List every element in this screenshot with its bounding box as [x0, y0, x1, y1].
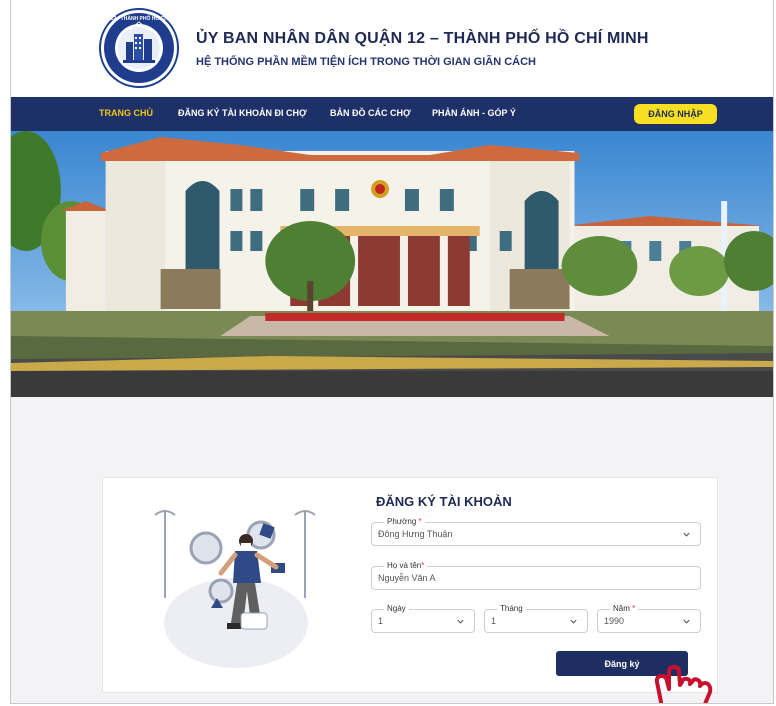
building-banner	[11, 131, 773, 397]
month-select[interactable]: Tháng 1	[484, 604, 588, 633]
day-select[interactable]: Ngày 1	[371, 604, 475, 633]
nav-item-register-market[interactable]: ĐĂNG KÝ TÀI KHOẢN ĐI CHỢ	[178, 108, 307, 118]
day-label: Ngày	[384, 604, 409, 613]
chevron-down-icon	[683, 532, 690, 537]
page-title: ỦY BAN NHÂN DÂN QUẬN 12 – THÀNH PHỐ HỒ C…	[196, 30, 649, 47]
logo-text: QUẬN 12 - THÀNH PHỐ HỒ CHÍ MINH	[99, 14, 179, 22]
page-subtitle: HỆ THỐNG PHẦN MỀM TIỆN ÍCH TRONG THỜI GI…	[196, 56, 536, 68]
browser-page: QUẬN 12 - THÀNH PHỐ HỒ CHÍ MINH ỦY BAN N…	[10, 0, 774, 704]
nav-item-home[interactable]: TRANG CHỦ	[99, 108, 153, 118]
fullname-value: Nguyễn Văn A	[378, 573, 436, 583]
ward-label: Phường *	[384, 517, 425, 526]
year-select[interactable]: Năm * 1990	[597, 604, 701, 633]
site-header: QUẬN 12 - THÀNH PHỐ HỒ CHÍ MINH ỦY BAN N…	[11, 0, 773, 97]
fullname-input[interactable]: Họ và tên* Nguyễn Văn A	[371, 561, 701, 590]
shopper-illustration	[154, 510, 316, 668]
fullname-label: Họ và tên*	[384, 561, 428, 570]
month-label: Tháng	[497, 604, 526, 613]
main-nav: TRANG CHỦ ĐĂNG KÝ TÀI KHOẢN ĐI CHỢ BẢN Đ…	[11, 97, 773, 131]
pointer-hand-icon	[654, 665, 713, 703]
chevron-down-icon	[570, 619, 577, 624]
day-value: 1	[378, 616, 384, 626]
form-title: ĐĂNG KÝ TÀI KHOẢN	[376, 494, 512, 509]
ward-select[interactable]: Phường * Đông Hưng Thuận	[371, 517, 701, 546]
login-button[interactable]: ĐĂNG NHẬP	[634, 104, 717, 124]
district-logo: QUẬN 12 - THÀNH PHỐ HỒ CHÍ MINH	[99, 8, 179, 88]
month-value: 1	[491, 616, 497, 626]
chevron-down-icon	[683, 619, 690, 624]
nav-item-feedback[interactable]: PHẢN ÁNH - GÓP Ý	[432, 108, 516, 118]
nav-item-market-map[interactable]: BẢN ĐỒ CÁC CHỢ	[330, 108, 411, 118]
ward-value: Đông Hưng Thuận	[378, 529, 453, 539]
chevron-down-icon	[457, 619, 464, 624]
year-value: 1990	[604, 616, 625, 626]
year-label: Năm *	[610, 604, 639, 613]
